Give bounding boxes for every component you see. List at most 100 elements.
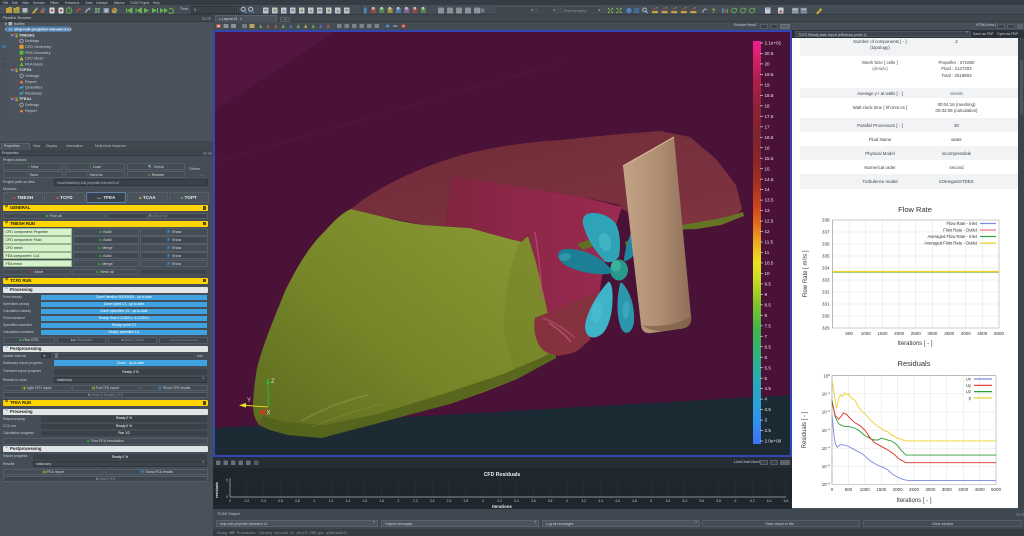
- svg-text:TCFD1: TCFD1: [19, 67, 32, 72]
- svg-text:12: 12: [765, 229, 771, 234]
- svg-text:6.5: 6.5: [765, 344, 772, 349]
- svg-text:5.8: 5.8: [716, 499, 721, 503]
- svg-text:0: 0: [229, 499, 231, 503]
- svg-text:7: 7: [765, 334, 768, 339]
- svg-text:16.5: 16.5: [765, 135, 774, 140]
- svg-text:12.5: 12.5: [765, 219, 774, 224]
- svg-text:ship-hull-propeller-transient-: ship-hull-propeller-transient-v2: [14, 26, 72, 31]
- svg-text:20: 20: [765, 62, 771, 67]
- svg-text:1000: 1000: [861, 331, 872, 336]
- svg-text:4500: 4500: [975, 487, 986, 492]
- svg-text:331: 331: [822, 302, 830, 307]
- svg-text:2000: 2000: [893, 487, 904, 492]
- svg-text:17.5: 17.5: [765, 114, 774, 119]
- svg-text:14.5: 14.5: [765, 177, 774, 182]
- svg-text:1.6: 1.6: [362, 499, 367, 503]
- svg-text:Iterations [ - ]: Iterations [ - ]: [896, 498, 931, 504]
- svg-text:1.4: 1.4: [346, 499, 351, 503]
- svg-text:residuals: residuals: [215, 482, 219, 498]
- svg-text:FEA Geometry: FEA Geometry: [25, 50, 51, 55]
- svg-text:1500: 1500: [876, 487, 887, 492]
- svg-text:2.2: 2.2: [413, 499, 418, 503]
- svg-text:Flow Rate [ m³/s ]: Flow Rate [ m³/s ]: [803, 250, 809, 297]
- svg-text:p: p: [969, 395, 972, 400]
- svg-text:5.6: 5.6: [699, 499, 704, 503]
- svg-text:4500: 4500: [977, 331, 988, 336]
- svg-text:3: 3: [482, 499, 484, 503]
- svg-text:Representation: Representation: [564, 9, 587, 13]
- svg-text:2500: 2500: [909, 487, 920, 492]
- svg-text:329: 329: [822, 326, 830, 331]
- svg-text:4000: 4000: [961, 331, 972, 336]
- svg-text:3.4: 3.4: [514, 499, 519, 503]
- svg-text:builtin:: builtin:: [14, 22, 25, 26]
- svg-text:Settings: Settings: [25, 38, 39, 43]
- svg-text:Report: Report: [25, 108, 38, 113]
- svg-text:17: 17: [765, 124, 771, 129]
- svg-text:11.5: 11.5: [765, 240, 774, 245]
- svg-text:Flow Rate: Flow Rate: [898, 205, 932, 214]
- svg-text:16: 16: [765, 145, 771, 150]
- svg-text:Settings: Settings: [25, 73, 39, 78]
- svg-text:13: 13: [765, 208, 771, 213]
- svg-text:X: X: [267, 411, 271, 417]
- svg-text:Quantities: Quantities: [25, 85, 43, 90]
- svg-text:4.2: 4.2: [581, 499, 586, 503]
- svg-text:Ux: Ux: [966, 377, 972, 382]
- svg-text:Settings: Settings: [25, 102, 39, 107]
- svg-text:1: 1: [313, 499, 315, 503]
- svg-text:2.6: 2.6: [447, 499, 452, 503]
- svg-text:332: 332: [822, 290, 830, 295]
- svg-text:Averaged Flow Rate - Inlet: Averaged Flow Rate - Inlet: [928, 234, 978, 239]
- svg-text:500: 500: [845, 331, 853, 336]
- svg-text:15: 15: [765, 166, 771, 171]
- svg-text:3: 3: [765, 418, 768, 423]
- svg-text:TFEA1: TFEA1: [19, 96, 32, 101]
- svg-text:19.5: 19.5: [765, 72, 774, 77]
- svg-text:2.1e+01: 2.1e+01: [765, 41, 782, 46]
- svg-text:4.5: 4.5: [765, 386, 772, 391]
- svg-text:500: 500: [845, 487, 853, 492]
- svg-text:CFD Mesh: CFD Mesh: [25, 56, 44, 61]
- svg-text:TMESH1: TMESH1: [19, 32, 36, 37]
- svg-text:?: ?: [712, 8, 716, 15]
- svg-text:6.6: 6.6: [784, 499, 789, 503]
- svg-text:2.8: 2.8: [464, 499, 469, 503]
- svg-text:10: 10: [765, 271, 771, 276]
- svg-text:8: 8: [765, 313, 768, 318]
- svg-text:11: 11: [765, 250, 770, 255]
- svg-text:7.5: 7.5: [765, 323, 772, 328]
- svg-text:Uz: Uz: [966, 389, 971, 394]
- svg-text:6.4: 6.4: [767, 499, 772, 503]
- svg-text:5.4: 5.4: [683, 499, 688, 503]
- svg-text:10.5: 10.5: [765, 261, 774, 266]
- svg-text:2000: 2000: [894, 331, 905, 336]
- svg-text:3000: 3000: [927, 331, 938, 336]
- svg-text:19: 19: [765, 83, 771, 88]
- svg-text:5.2: 5.2: [666, 499, 671, 503]
- svg-text:3.8: 3.8: [548, 499, 553, 503]
- svg-text:1.8: 1.8: [379, 499, 384, 503]
- svg-text:Residuals: Residuals: [25, 90, 42, 95]
- svg-text:Flow Rate - Outlet: Flow Rate - Outlet: [943, 228, 978, 233]
- svg-text:5000: 5000: [994, 331, 1005, 336]
- svg-text:13.5: 13.5: [765, 198, 774, 203]
- svg-text:9: 9: [765, 292, 768, 297]
- svg-text:5.5: 5.5: [765, 365, 772, 370]
- svg-text:Averaged Flow Rate - Outlet: Averaged Flow Rate - Outlet: [924, 241, 978, 246]
- svg-text:333: 333: [822, 278, 830, 283]
- svg-text:0.2: 0.2: [244, 499, 249, 503]
- svg-text:2500: 2500: [911, 331, 922, 336]
- svg-text:4: 4: [765, 397, 768, 402]
- svg-text:3.2: 3.2: [497, 499, 502, 503]
- svg-text:1000: 1000: [860, 487, 871, 492]
- svg-text:4.8: 4.8: [632, 499, 637, 503]
- svg-text:3500: 3500: [944, 331, 955, 336]
- svg-text:337: 337: [822, 230, 830, 235]
- svg-text:Residuals: Residuals: [898, 359, 931, 368]
- svg-text:Iterations [ - ]: Iterations [ - ]: [897, 341, 932, 347]
- svg-text:4.4: 4.4: [598, 499, 603, 503]
- svg-text:334: 334: [822, 266, 830, 271]
- svg-text:0.6: 0.6: [278, 499, 283, 503]
- svg-text:5: 5: [226, 479, 228, 483]
